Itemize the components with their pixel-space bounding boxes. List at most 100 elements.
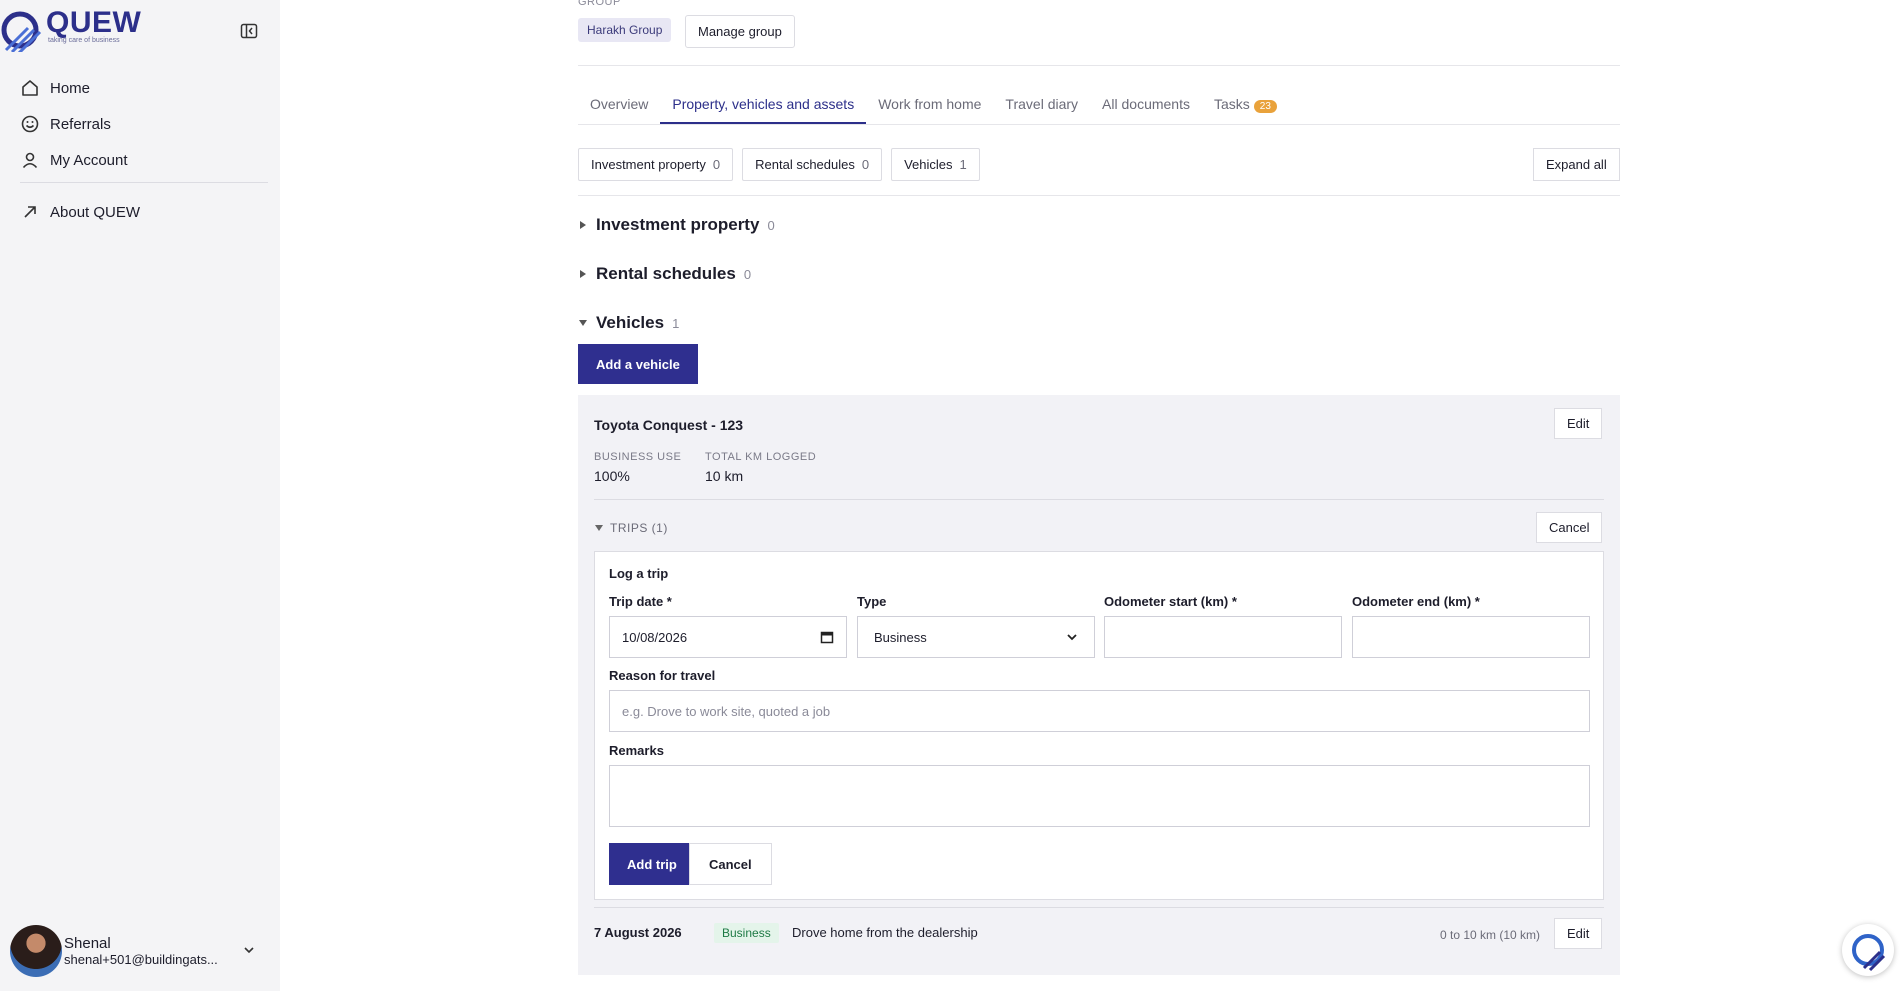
- trips-header: TRIPS (1): [610, 521, 668, 535]
- user-icon: [22, 152, 38, 169]
- cancel-trip-button[interactable]: Cancel: [689, 843, 772, 885]
- odometer-start-input[interactable]: [1104, 616, 1342, 658]
- business-use-stat: BUSINESS USE 100%: [594, 451, 681, 484]
- caret-down-icon: [595, 525, 603, 531]
- section-count: 0: [743, 266, 752, 282]
- trip-type-badge: Business: [714, 923, 779, 943]
- chip-label: Rental schedules: [755, 157, 855, 172]
- chip-label: Investment property: [591, 157, 706, 172]
- caret-right-icon: [580, 221, 586, 229]
- home-icon: [22, 80, 38, 96]
- section-title: Investment property: [596, 215, 760, 234]
- tab-label: Work from home: [878, 96, 982, 112]
- stat-label: BUSINESS USE: [594, 451, 682, 463]
- section-investment-property-toggle[interactable]: Investment property 0: [578, 215, 775, 235]
- reason-placeholder: e.g. Drove to work site, quoted a job: [622, 703, 831, 719]
- chip-vehicles[interactable]: Vehicles 1: [891, 148, 980, 181]
- section-vehicles-toggle[interactable]: Vehicles 1: [578, 313, 679, 333]
- odometer-start-label: Odometer start (km) *: [1104, 594, 1237, 609]
- chip-investment-property[interactable]: Investment property 0: [578, 148, 734, 181]
- form-title: Log a trip: [609, 566, 669, 581]
- trip-date-label: Trip date *: [609, 594, 672, 609]
- trip-row: 7 August 2026 Business Drove home from t…: [594, 907, 1604, 949]
- divider: [594, 499, 1604, 500]
- caret-right-icon: [580, 270, 586, 278]
- trips-cancel-button[interactable]: Cancel: [1536, 512, 1603, 543]
- divider: [578, 124, 1620, 125]
- caret-down-icon: [579, 320, 587, 326]
- add-trip-button[interactable]: Add trip: [609, 843, 695, 885]
- reason-input[interactable]: e.g. Drove to work site, quoted a job: [609, 690, 1590, 732]
- edit-vehicle-button[interactable]: Edit: [1554, 408, 1603, 439]
- chip-count: 1: [959, 157, 967, 172]
- trips-toggle[interactable]: TRIPS (1): [594, 521, 668, 535]
- tab-label: Property, vehicles and assets: [672, 96, 855, 112]
- sidebar-item-about[interactable]: About QUEW: [20, 194, 140, 230]
- trip-date-value: 10/08/2026: [622, 629, 688, 645]
- section-rental-schedules-toggle[interactable]: Rental schedules 0: [578, 264, 751, 284]
- user-name: Shenal: [64, 935, 111, 952]
- sidebar-item-label: Home: [50, 79, 91, 97]
- type-select[interactable]: Business: [857, 616, 1095, 658]
- vehicle-title: Toyota Conquest - 123: [594, 417, 744, 433]
- total-km-stat: TOTAL KM LOGGED 10 km: [705, 451, 816, 484]
- divider: [578, 65, 1620, 66]
- section-title: Vehicles: [596, 313, 665, 332]
- trip-date-input[interactable]: 10/08/2026: [609, 616, 847, 658]
- sidebar-item-label: My Account: [50, 151, 128, 169]
- user-email: shenal+501@buildingats...: [64, 952, 218, 967]
- chip-count: 0: [712, 157, 721, 172]
- section-filter-chips: Investment property 0 Rental schedules 0 V…: [578, 148, 989, 181]
- trip-km: 0 to 10 km (10 km): [1440, 928, 1541, 942]
- section-count: 0: [767, 217, 775, 233]
- tab-travel-diary[interactable]: Travel diary: [993, 86, 1090, 124]
- sidebar-item-home[interactable]: Home: [20, 70, 128, 106]
- expand-all-button[interactable]: Expand all: [1533, 148, 1620, 181]
- logo-mark-icon: [0, 4, 44, 56]
- remarks-textarea[interactable]: [609, 765, 1590, 827]
- tab-work-from-home[interactable]: Work from home: [866, 86, 993, 124]
- calendar-icon[interactable]: [820, 630, 834, 644]
- type-label: Type: [857, 594, 887, 609]
- chip-count: 0: [861, 157, 870, 172]
- tab-all-documents[interactable]: All documents: [1090, 86, 1202, 124]
- chip-rental-schedules[interactable]: Rental schedules 0: [742, 148, 883, 181]
- stat-value: 100%: [594, 468, 630, 484]
- add-vehicle-button[interactable]: Add a vehicle: [578, 344, 698, 384]
- sidebar-nav: Home Referrals My Account: [20, 70, 128, 178]
- type-value: Business: [874, 629, 927, 645]
- manage-group-button[interactable]: Manage group: [685, 15, 795, 48]
- collapse-sidebar-icon[interactable]: [240, 22, 258, 40]
- avatar: [10, 925, 62, 977]
- section-title: Rental schedules: [596, 264, 736, 283]
- sidebar-item-referrals[interactable]: Referrals: [20, 106, 128, 142]
- divider: [578, 195, 1620, 196]
- tasks-count-badge: 23: [1253, 100, 1277, 113]
- stat-value: 10 km: [705, 468, 744, 484]
- sidebar-item-my-account[interactable]: My Account: [20, 142, 128, 178]
- chevron-down-icon[interactable]: [242, 943, 256, 962]
- trip-date: 7 August 2026: [594, 925, 682, 940]
- chevron-down-icon: [1067, 634, 1077, 641]
- odometer-end-label: Odometer end (km) *: [1352, 594, 1480, 609]
- tab-tasks[interactable]: Tasks 23: [1202, 86, 1289, 124]
- external-arrow-icon: [24, 206, 36, 218]
- sidebar-item-label: Referrals: [50, 115, 111, 133]
- tab-bar: Overview Property, vehicles and assets W…: [578, 86, 1289, 124]
- tab-label: All documents: [1102, 96, 1190, 112]
- tab-overview[interactable]: Overview: [578, 86, 660, 124]
- edit-trip-button[interactable]: Edit: [1554, 918, 1603, 949]
- tab-label: Tasks: [1213, 96, 1250, 112]
- quew-logo[interactable]: QUEW taking care of business: [0, 4, 141, 56]
- odometer-end-input[interactable]: [1352, 616, 1590, 658]
- tab-label: Overview: [590, 96, 649, 112]
- sidebar-divider: [20, 182, 268, 183]
- help-chat-button[interactable]: [1842, 924, 1894, 976]
- user-menu[interactable]: Shenal shenal+501@buildingats...: [10, 925, 270, 977]
- smile-icon: [21, 115, 39, 133]
- sidebar: QUEW taking care of business Home Referr…: [0, 0, 280, 991]
- tab-property-vehicles-assets[interactable]: Property, vehicles and assets: [660, 86, 867, 124]
- remarks-label: Remarks: [609, 743, 664, 758]
- log-trip-form: Log a trip Trip date * 10/08/2026 Type B…: [594, 551, 1604, 900]
- tab-label: Travel diary: [1005, 96, 1079, 112]
